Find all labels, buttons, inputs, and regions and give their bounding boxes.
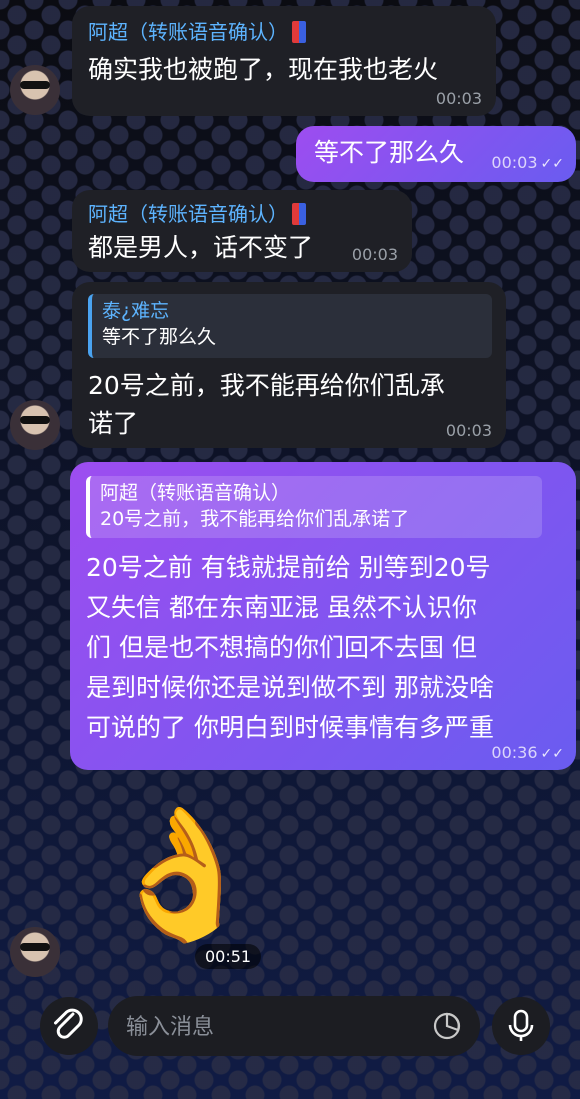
incoming-message[interactable]: 阿超（转账语音确认） 都是男人，话不变了 00:03 (72, 190, 412, 272)
emoji-sticker[interactable]: 👌 (102, 790, 261, 960)
avatar[interactable] (10, 400, 60, 450)
message-time: 00:51 (195, 944, 262, 969)
outgoing-message[interactable]: 等不了那么久 00:03 ✓✓ (296, 126, 576, 182)
avatar[interactable] (10, 927, 60, 977)
message-time: 00:03 (445, 421, 492, 440)
message-sender[interactable]: 阿超（转账语音确认） (88, 20, 288, 44)
message-text: 确实我也被跑了，现在我也老火 (88, 55, 439, 84)
message-text: 都是男人，话不变了 (88, 233, 314, 262)
message-text-line: 是到时候你还是说到做不到 那就没啥 (86, 673, 494, 702)
reply-quote-name: 泰¿难忘 (102, 300, 170, 322)
reply-quote[interactable]: 阿超（转账语音确认） 20号之前，我不能再给你们乱承诺了 (86, 476, 542, 538)
avatar-glasses-icon (20, 943, 50, 951)
reply-quote[interactable]: 泰¿难忘 等不了那么久 (88, 294, 492, 358)
double-check-icon: ✓✓ (540, 156, 564, 172)
microphone-icon (508, 1009, 534, 1041)
microphone-button[interactable] (492, 997, 550, 1055)
avatar-glasses-icon (20, 81, 50, 89)
message-text: 等不了那么久 (314, 138, 465, 167)
message-time: 00:03 (351, 245, 398, 264)
message-time: 00:36 (491, 743, 538, 762)
message-time: 00:03 (491, 153, 538, 172)
avatar[interactable] (10, 65, 60, 115)
message-text-line: 诺了 (88, 409, 139, 438)
message-sender[interactable]: 阿超（转账语音确认） (88, 202, 288, 226)
outgoing-message[interactable]: 阿超（转账语音确认） 20号之前，我不能再给你们乱承诺了 20号之前 有钱就提前… (70, 462, 576, 770)
message-text-line: 20号之前，我不能再给你们乱承 (88, 371, 445, 400)
sender-badge-icon (292, 203, 306, 225)
reply-quote-text: 20号之前，我不能再给你们乱承诺了 (100, 508, 410, 530)
incoming-message[interactable]: 泰¿难忘 等不了那么久 20号之前，我不能再给你们乱承 诺了 00:03 (72, 282, 506, 448)
message-text-line: 们 但是也不想搞的你们回不去国 但 (86, 633, 477, 662)
sender-badge-icon (292, 21, 306, 43)
paperclip-icon (54, 1008, 83, 1039)
message-text-line: 20号之前 有钱就提前给 别等到20号 (86, 553, 491, 582)
message-text-line: 可说的了 你明白到时候事情有多严重 (86, 713, 494, 742)
reply-quote-name: 阿超（转账语音确认） (100, 482, 291, 504)
sticker-icon[interactable] (432, 1011, 462, 1041)
message-time: 00:03 (435, 89, 482, 108)
message-input[interactable] (124, 1006, 418, 1048)
avatar-glasses-icon (20, 416, 50, 424)
reply-quote-text: 等不了那么久 (102, 326, 217, 348)
message-text-line: 又失信 都在东南亚混 虽然不认识你 (86, 593, 477, 622)
message-input-bar[interactable] (108, 996, 480, 1056)
double-check-icon: ✓✓ (540, 746, 564, 762)
attach-button[interactable] (40, 997, 98, 1055)
incoming-message[interactable]: 阿超（转账语音确认） 确实我也被跑了，现在我也老火 00:03 (72, 6, 496, 116)
